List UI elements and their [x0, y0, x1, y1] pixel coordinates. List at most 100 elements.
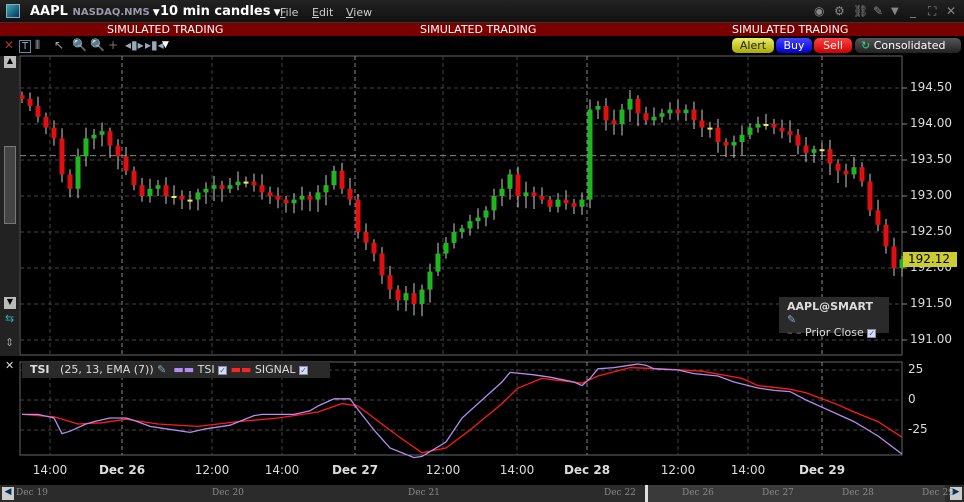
candle-body [75, 156, 81, 189]
candle-body [267, 192, 273, 196]
candle-body [331, 170, 337, 186]
candle-body [499, 188, 505, 196]
tsi-axis-label: 0 [908, 392, 916, 406]
candle [667, 102, 673, 120]
candle [835, 159, 841, 184]
signal-checkbox[interactable]: ✓ [299, 365, 309, 375]
candle-body [691, 109, 697, 121]
candle [451, 223, 457, 249]
time-axis-label: 14:00 [32, 463, 68, 477]
candle-body [795, 134, 801, 146]
candle-body [195, 192, 201, 200]
candle-body [83, 138, 89, 157]
candle [235, 171, 241, 191]
candle [683, 104, 689, 122]
legend-symbol: AAPL@SMART [787, 300, 873, 313]
candle-body [819, 149, 825, 152]
candle [107, 127, 113, 158]
candle [251, 173, 257, 192]
prior-close-label: Prior Close [805, 326, 864, 339]
candle [523, 181, 529, 209]
candle [371, 239, 377, 262]
candle-body [827, 149, 833, 164]
candle-body [491, 196, 497, 211]
candle [691, 101, 697, 130]
candle [635, 95, 641, 127]
tsi-line [22, 363, 903, 459]
candle [859, 162, 865, 187]
candle [771, 118, 777, 135]
candle [67, 169, 73, 198]
candle [315, 185, 321, 212]
navigator-date-label: Dec 28 [842, 488, 874, 498]
wrench-icon[interactable]: ✎ [787, 313, 796, 326]
candle-body [483, 210, 489, 218]
candle-body [699, 120, 705, 128]
candle [147, 178, 153, 203]
candle [363, 223, 369, 250]
candle-body [883, 224, 889, 247]
tsi-checkbox[interactable]: ✓ [218, 365, 228, 375]
candle-body [555, 199, 561, 207]
prior-close-checkbox[interactable]: ✓ [867, 328, 877, 338]
candle [571, 198, 577, 214]
candle-body [51, 127, 57, 139]
candle-body [787, 131, 793, 135]
candle [619, 103, 625, 136]
candle [843, 163, 849, 188]
time-axis-label: 12:00 [660, 463, 696, 477]
candle-body [339, 170, 345, 189]
time-navigator[interactable]: ◀ ▶ Dec 19 Dec 20 Dec 21 Dec 22 Dec 26 Dec 27… [0, 485, 964, 502]
candle [435, 242, 441, 276]
candle-body [811, 149, 817, 153]
candle-body [387, 275, 393, 290]
time-axis-label: Dec 26 [98, 463, 146, 477]
candle [283, 196, 289, 213]
candle [795, 129, 801, 155]
candle-body [475, 217, 481, 222]
candle-body [355, 199, 361, 232]
candle [587, 99, 593, 209]
candle [131, 166, 137, 191]
candle [139, 178, 145, 202]
main-legend: AAPL@SMART ✎ – – Prior Close ✓ [779, 297, 889, 339]
candle-body [531, 192, 537, 196]
scroll-left-icon[interactable]: ◀ [2, 487, 14, 500]
navigator-date-label: Dec 27 [762, 488, 794, 498]
candle-body [115, 145, 121, 157]
candle [491, 188, 497, 220]
price-axis-label: 193.00 [910, 188, 952, 202]
time-axis-label: 12:00 [194, 463, 230, 477]
candle [387, 265, 393, 299]
candle [531, 186, 537, 209]
candle-body [403, 293, 409, 301]
candle [27, 92, 33, 112]
navigator-date-label: Dec 21 [408, 488, 440, 498]
candle-body [307, 196, 313, 200]
candle-body [771, 124, 777, 128]
candle-body [235, 181, 241, 186]
candle [299, 186, 305, 211]
candle-body [595, 106, 601, 110]
candle-body [611, 120, 617, 124]
candle [427, 263, 433, 303]
candle [675, 99, 681, 121]
price-axis-label: 192.50 [910, 224, 952, 238]
candle-body [651, 116, 657, 121]
candle [819, 142, 825, 160]
candle-body [163, 185, 169, 196]
price-chart[interactable] [0, 0, 964, 485]
candle-body [251, 181, 257, 186]
candle-body [523, 192, 529, 196]
candle-body [731, 142, 737, 146]
signal-series-label: SIGNAL [254, 363, 296, 376]
candle-body [419, 289, 425, 304]
candle-body [835, 163, 841, 171]
wrench-icon[interactable]: ✎ [157, 363, 166, 376]
candle-body [507, 174, 513, 189]
navigator-date-label: Dec 26 [682, 488, 714, 498]
candle-body [91, 134, 97, 139]
candle [35, 96, 41, 123]
candle [755, 116, 761, 133]
candle [563, 190, 569, 210]
